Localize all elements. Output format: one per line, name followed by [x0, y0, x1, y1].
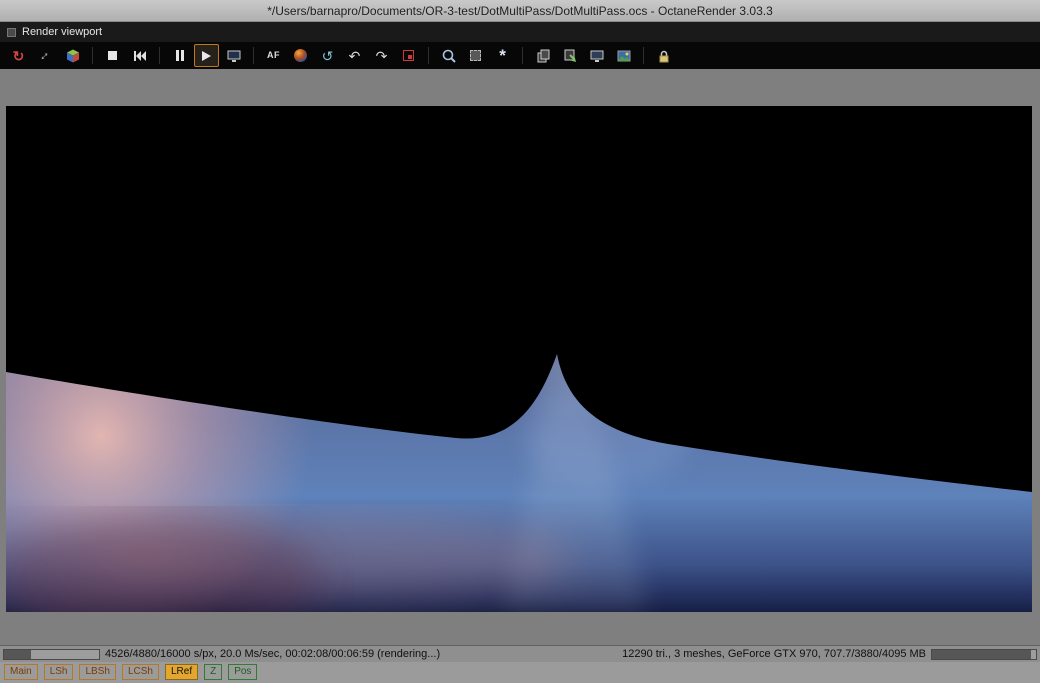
fullscreen-display-button[interactable] — [584, 44, 609, 67]
restart-button[interactable] — [127, 44, 152, 67]
pause-icon — [175, 50, 184, 61]
pass-tab-pos[interactable]: Pos — [228, 664, 258, 680]
play-button[interactable] — [194, 44, 219, 67]
af-picker-icon: AF — [267, 50, 280, 60]
render-priority-icon: * — [499, 46, 506, 65]
render-pass-bar: Main LSh LBSh LCSh LRef Z Pos — [0, 662, 1040, 683]
toolbar-separator — [92, 47, 93, 64]
cube-icon — [66, 49, 79, 62]
render-area — [0, 69, 1040, 645]
af-picker-button[interactable]: AF — [261, 44, 286, 67]
toolbar-separator — [159, 47, 160, 64]
render-progress-fill — [4, 649, 31, 659]
copy-icon — [537, 49, 549, 62]
material-picker-icon — [294, 49, 307, 62]
export-button[interactable] — [557, 44, 582, 67]
pass-tab-lsh[interactable]: LSh — [43, 664, 74, 680]
pass-tab-lbsh[interactable]: LBSh — [79, 664, 116, 680]
lock-resolution-icon — [659, 50, 668, 62]
material-picker-button[interactable] — [288, 44, 313, 67]
film-region-button[interactable] — [463, 44, 488, 67]
object-picker-icon: ↷ — [375, 47, 388, 64]
stop-button[interactable] — [100, 44, 125, 67]
scene-info-text: 12290 tri., 3 meshes, GeForce GTX 970, 7… — [622, 648, 926, 660]
lock-resolution-button[interactable] — [651, 44, 676, 67]
render-priority-button[interactable]: * — [490, 44, 515, 67]
camera-target-picker-button[interactable]: ↶ — [342, 44, 367, 67]
render-progress-bar — [3, 648, 100, 660]
pass-tab-z[interactable]: Z — [204, 664, 223, 680]
pause-button[interactable] — [167, 44, 192, 67]
window-titlebar: */Users/barnapro/Documents/OR-3-test/Dot… — [0, 0, 1040, 22]
reload-icon: ↻ — [12, 47, 25, 64]
viewport-header: Render viewport — [0, 22, 1040, 42]
pane-icon — [7, 27, 16, 37]
render-region-icon — [403, 50, 414, 61]
save-image-icon — [617, 50, 630, 61]
white-balance-picker-button[interactable]: ↺ — [315, 44, 340, 67]
stop-icon — [108, 51, 117, 60]
toolbar-separator — [522, 47, 523, 64]
reload-button[interactable]: ↻ — [6, 44, 31, 67]
pass-tab-main[interactable]: Main — [4, 664, 38, 680]
memory-progress-bar — [931, 648, 1037, 660]
toolbar-separator — [428, 47, 429, 64]
pass-tab-lref[interactable]: LRef — [164, 664, 199, 680]
render-viewport-canvas[interactable] — [6, 106, 1032, 612]
display2-icon — [590, 50, 603, 62]
zoom-icon — [442, 49, 456, 63]
status-bar: 4526/4880/16000 s/px, 20.0 Ms/sec, 00:02… — [0, 645, 1040, 662]
export-icon — [564, 49, 576, 62]
play-icon — [202, 50, 211, 61]
rendered-scene — [6, 106, 1032, 612]
realtime-display-button[interactable] — [221, 44, 246, 67]
scene-cube-button[interactable] — [60, 44, 85, 67]
white-balance-picker-icon: ↺ — [321, 47, 334, 64]
pass-tab-lcsh[interactable]: LCSh — [121, 664, 159, 680]
toolbar-separator — [253, 47, 254, 64]
render-toolbar: ↻ ↕ AF ↺ ↶ ↷ * — [0, 42, 1040, 69]
copy-button[interactable] — [530, 44, 555, 67]
viewport-title: Render viewport — [22, 26, 103, 38]
memory-progress-fill — [932, 649, 1031, 659]
toolbar-separator — [643, 47, 644, 64]
restart-icon — [133, 50, 146, 61]
expand-icon: ↕ — [37, 47, 54, 64]
zoom-button[interactable] — [436, 44, 461, 67]
render-progress-text: 4526/4880/16000 s/px, 20.0 Ms/sec, 00:02… — [105, 648, 441, 660]
object-picker-button[interactable]: ↷ — [369, 44, 394, 67]
save-image-button[interactable] — [611, 44, 636, 67]
render-region-button[interactable] — [396, 44, 421, 67]
window-title: */Users/barnapro/Documents/OR-3-test/Dot… — [267, 3, 773, 18]
camera-target-picker-icon: ↶ — [348, 47, 361, 64]
expand-button[interactable]: ↕ — [33, 44, 58, 67]
film-region-icon — [470, 50, 481, 61]
display-icon — [227, 50, 240, 62]
